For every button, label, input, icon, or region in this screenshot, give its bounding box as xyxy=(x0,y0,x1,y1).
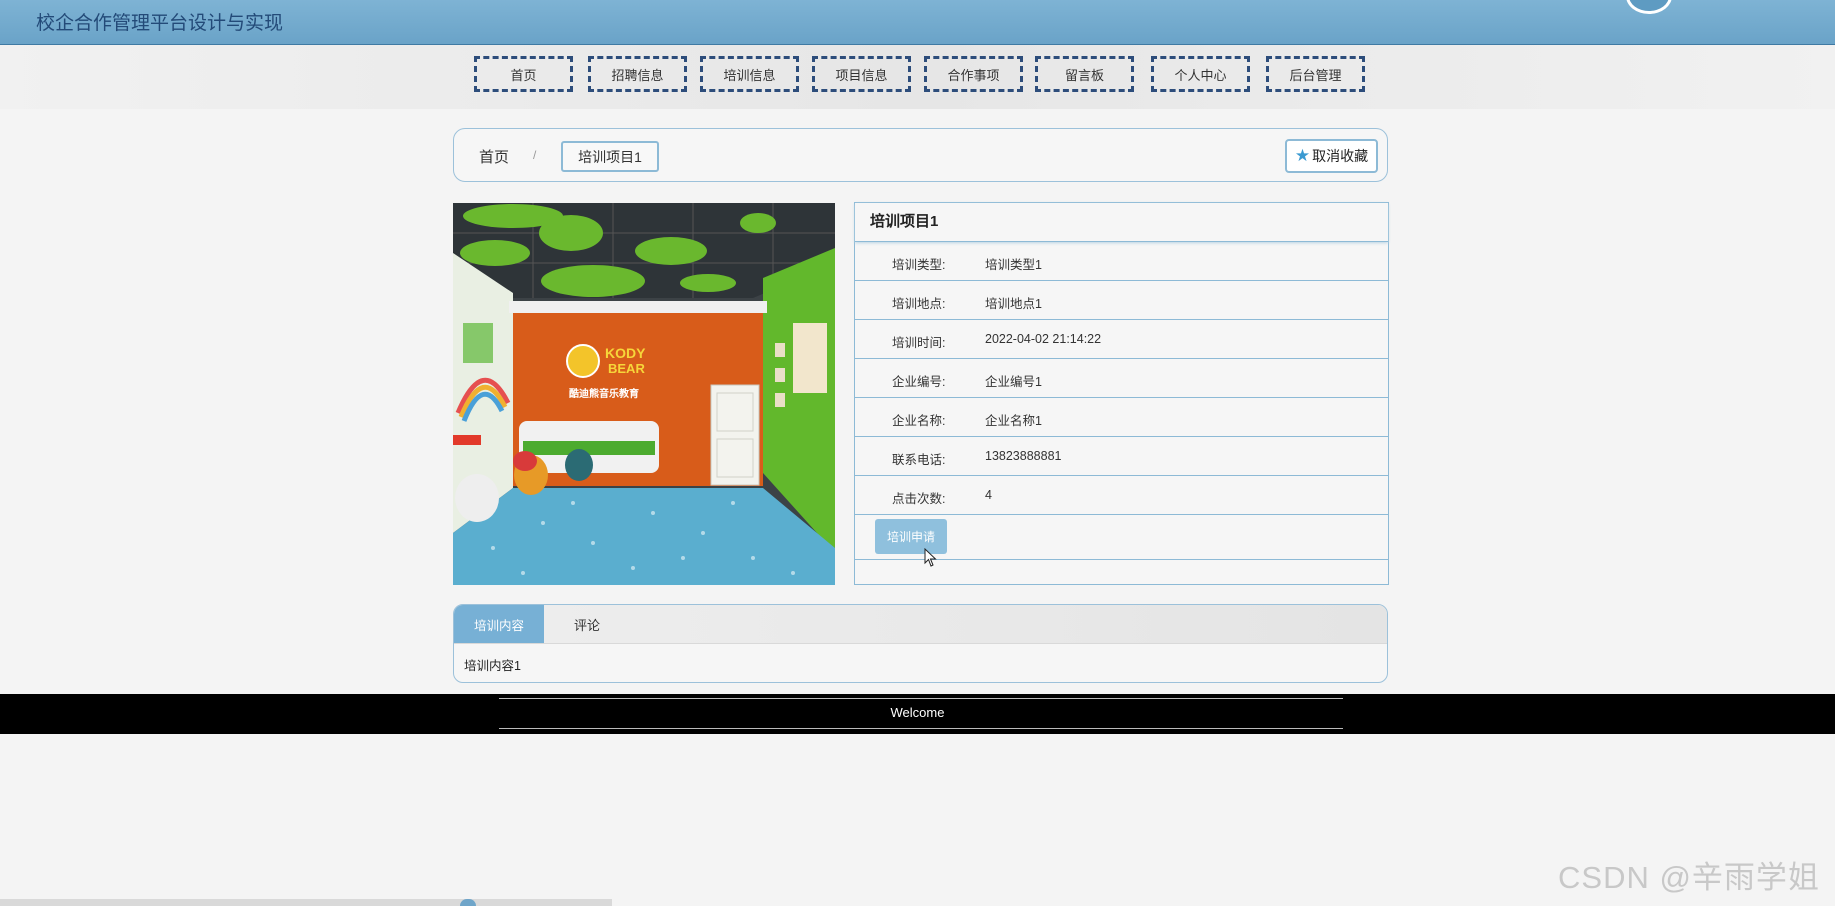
app-title: 校企合作管理平台设计与实现 xyxy=(36,13,284,34)
detail-value: 2022-04-02 21:14:22 xyxy=(985,332,1102,346)
detail-label: 联系电话: xyxy=(892,453,946,467)
svg-text:KODY: KODY xyxy=(605,345,646,361)
footer: Welcome xyxy=(0,694,1835,734)
footer-divider xyxy=(499,728,1343,729)
horizontal-scrollbar[interactable] xyxy=(0,899,612,906)
detail-value: 4 xyxy=(985,488,992,502)
detail-value: 企业编号1 xyxy=(985,375,1042,389)
star-icon: ★ xyxy=(1294,146,1311,165)
mouse-cursor-icon xyxy=(924,547,938,573)
detail-row-phone: 联系电话: 13823888881 xyxy=(855,437,1388,476)
unfavorite-button[interactable]: ★ 取消收藏 xyxy=(1285,139,1378,173)
detail-label: 点击次数: xyxy=(892,492,946,506)
detail-label: 培训时间: xyxy=(892,336,946,350)
scrollbar-thumb[interactable] xyxy=(460,899,476,906)
breadcrumb-home-link[interactable]: 首页 xyxy=(479,146,509,167)
svg-text:酷迪熊音乐教育: 酷迪熊音乐教育 xyxy=(569,387,639,400)
detail-row-type: 培训类型: 培训类型1 xyxy=(855,242,1388,281)
breadcrumb-separator: / xyxy=(533,148,537,162)
main-nav: 首页 招聘信息 培训信息 项目信息 合作事项 留言板 个人中心 后台管理 xyxy=(0,45,1835,109)
tabs-header: 培训内容 评论 xyxy=(454,605,1387,644)
nav-item-message-board[interactable]: 留言板 xyxy=(1035,56,1134,92)
content-tabs: 培训内容 评论 培训内容1 xyxy=(453,604,1388,683)
tab-training-content[interactable]: 培训内容 xyxy=(454,605,544,643)
breadcrumb: 首页 / 培训项目1 ★ 取消收藏 xyxy=(453,128,1388,182)
detail-value: 培训地点1 xyxy=(985,297,1042,311)
nav-item-training[interactable]: 培训信息 xyxy=(700,56,799,92)
unfavorite-label: 取消收藏 xyxy=(1312,148,1369,164)
nav-item-cooperation[interactable]: 合作事项 xyxy=(924,56,1023,92)
detail-row-location: 培训地点: 培训地点1 xyxy=(855,281,1388,320)
breadcrumb-current: 培训项目1 xyxy=(561,141,659,172)
watermark: CSDN @辛雨学姐 xyxy=(1558,860,1820,895)
user-avatar[interactable] xyxy=(1626,0,1672,14)
detail-label: 企业编号: xyxy=(892,375,946,389)
training-detail-panel: 培训项目1 培训类型: 培训类型1 培训地点: 培训地点1 培训时间: 2022… xyxy=(854,202,1389,585)
detail-row-company-name: 企业名称: 企业名称1 xyxy=(855,398,1388,437)
detail-title: 培训项目1 xyxy=(855,203,1388,242)
detail-label: 培训地点: xyxy=(892,297,946,311)
tab-content-text: 培训内容1 xyxy=(464,659,521,673)
footer-divider xyxy=(499,698,1343,699)
nav-item-home[interactable]: 首页 xyxy=(474,56,573,92)
tab-comments[interactable]: 评论 xyxy=(557,605,617,643)
detail-label: 企业名称: xyxy=(892,414,946,428)
detail-row-company-id: 企业编号: 企业编号1 xyxy=(855,359,1388,398)
training-photo: KODY BEAR 酷迪熊音乐教育 xyxy=(453,203,835,585)
detail-value: 企业名称1 xyxy=(985,414,1042,428)
header-bar: 校企合作管理平台设计与实现 xyxy=(0,0,1835,45)
svg-text:BEAR: BEAR xyxy=(608,361,645,376)
footer-text: Welcome xyxy=(890,705,945,720)
nav-item-personal-center[interactable]: 个人中心 xyxy=(1151,56,1250,92)
nav-item-admin[interactable]: 后台管理 xyxy=(1266,56,1365,92)
detail-label: 培训类型: xyxy=(892,258,946,272)
detail-row-time: 培训时间: 2022-04-02 21:14:22 xyxy=(855,320,1388,359)
detail-row-clicks: 点击次数: 4 xyxy=(855,476,1388,515)
detail-value: 13823888881 xyxy=(985,449,1062,463)
detail-value: 培训类型1 xyxy=(985,258,1042,272)
nav-item-projects[interactable]: 项目信息 xyxy=(812,56,911,92)
nav-item-recruitment[interactable]: 招聘信息 xyxy=(588,56,687,92)
